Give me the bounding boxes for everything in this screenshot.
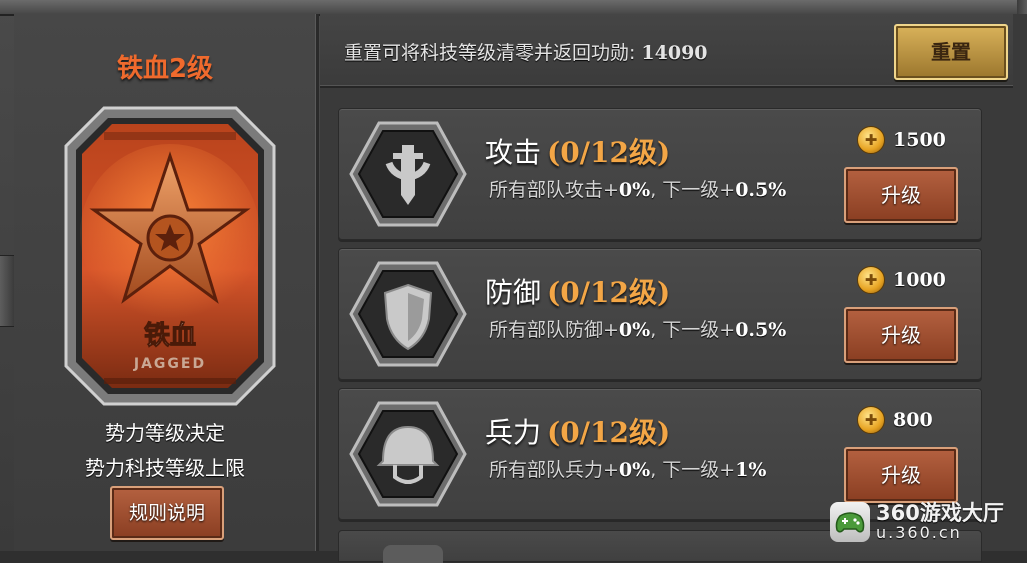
gamepad-icon xyxy=(830,502,870,542)
tech-title: 攻击 (0/12级) xyxy=(485,131,670,171)
watermark: 360游戏大厅 u.360.cn xyxy=(830,496,1025,548)
tech-desc: 所有部队攻击+0%, 下一级+0.5% xyxy=(489,175,786,202)
desc-next: 0.5% xyxy=(735,179,787,201)
coin-icon xyxy=(857,266,885,294)
tech-level: (0/12级) xyxy=(547,136,671,169)
sword-icon xyxy=(349,119,467,229)
coin-icon xyxy=(857,406,885,434)
desc-mid: , 下一级+ xyxy=(650,179,736,201)
side-rivet-plate xyxy=(0,255,15,327)
watermark-url: u.360.cn xyxy=(876,523,962,542)
upgrade-button[interactable]: 升级 xyxy=(844,447,958,503)
rank-panel: 铁血2级 铁血 JAGGED 势力等级决定 势力科技等级上限 规则说明 xyxy=(14,14,319,551)
tech-level: (0/12级) xyxy=(547,416,671,449)
cost-value: 1500 xyxy=(893,129,946,151)
reset-label: 重置可将科技等级清零并返回功勋: xyxy=(344,42,636,64)
rank-title: 铁血2级 xyxy=(116,54,214,84)
tech-card-attack: 攻击(0/12级) 所有部队攻击+0%, 下一级+0.5% 1500 升级 xyxy=(338,108,982,240)
badge-text-en: JAGGED xyxy=(133,356,206,372)
watermark-text: 360游戏大厅 u.360.cn xyxy=(876,502,1004,542)
desc-mid: , 下一级+ xyxy=(650,459,736,481)
upgrade-button[interactable]: 升级 xyxy=(844,167,958,223)
shield-icon xyxy=(349,259,467,369)
tech-icon-partial xyxy=(383,545,443,563)
tech-panel: 重置可将科技等级清零并返回功勋: 14090 重置 攻击 (0/12级) 所有部… xyxy=(320,14,1027,563)
upgrade-cost: 800 xyxy=(857,405,933,435)
reset-button[interactable]: 重置 xyxy=(894,24,1008,80)
upgrade-cost: 1500 xyxy=(857,125,946,155)
desc-current: 0% xyxy=(618,179,651,201)
desc-next: 1% xyxy=(735,459,767,481)
desc-current: 0% xyxy=(618,319,651,341)
tech-title: 兵力 (0/12级) xyxy=(485,411,670,451)
coin-icon xyxy=(857,126,885,154)
rank-desc-line2: 势力科技等级上限 xyxy=(85,456,245,480)
tech-level: (0/12级) xyxy=(547,276,671,309)
cost-value: 800 xyxy=(893,409,933,431)
reset-info: 重置可将科技等级清零并返回功勋: 14090 xyxy=(344,38,708,65)
watermark-title: 360游戏大厅 xyxy=(876,501,1004,525)
rank-badge: 铁血 JAGGED xyxy=(64,106,276,406)
tech-desc: 所有部队兵力+0%, 下一级+1% xyxy=(489,455,766,482)
upgrade-cost: 1000 xyxy=(857,265,946,295)
tech-name: 防御 xyxy=(485,276,542,309)
tech-title: 防御 (0/12级) xyxy=(485,271,670,311)
upgrade-button[interactable]: 升级 xyxy=(844,307,958,363)
reset-bar: 重置可将科技等级清零并返回功勋: 14090 重置 xyxy=(320,14,1013,88)
tech-name: 兵力 xyxy=(485,416,542,449)
desc-next: 0.5% xyxy=(735,319,787,341)
desc-mid: , 下一级+ xyxy=(650,319,736,341)
desc-prefix: 所有部队兵力+ xyxy=(489,459,619,481)
desc-prefix: 所有部队防御+ xyxy=(489,319,619,341)
reset-value: 14090 xyxy=(641,42,708,64)
badge-text-cn: 铁血 xyxy=(144,320,196,351)
cost-value: 1000 xyxy=(893,269,946,291)
tech-card-defense: 防御(0/12级) 所有部队防御+0%, 下一级+0.5% 1000 升级 xyxy=(338,248,982,380)
rules-button[interactable]: 规则说明 xyxy=(110,486,224,540)
helmet-icon xyxy=(349,399,467,509)
game-window: 铁血2级 铁血 JAGGED 势力等级决定 势力科技等级上限 规则说明 重置可将… xyxy=(0,0,1027,563)
desc-current: 0% xyxy=(618,459,651,481)
rank-desc-line1: 势力等级决定 xyxy=(105,421,225,445)
desc-prefix: 所有部队攻击+ xyxy=(489,179,619,201)
tech-name: 攻击 xyxy=(485,136,542,169)
tech-desc: 所有部队防御+0%, 下一级+0.5% xyxy=(489,315,786,342)
